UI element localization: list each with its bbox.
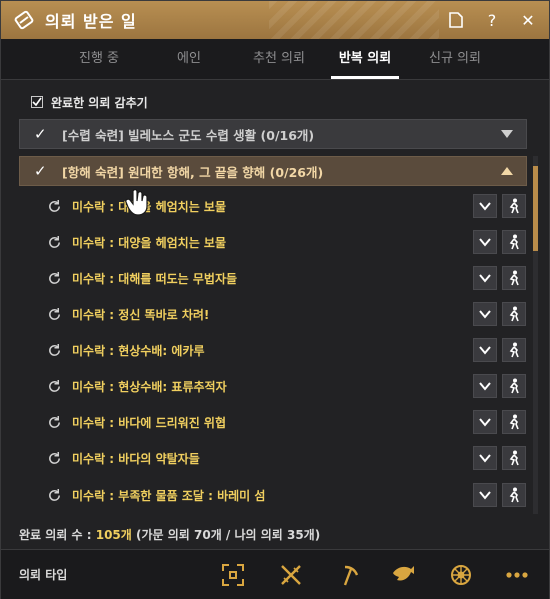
navigate-icon[interactable] <box>502 230 526 254</box>
window-title: 의뢰 받은 일 <box>45 12 137 31</box>
accept-quest-button[interactable] <box>473 194 497 218</box>
scrollbar-thumb[interactable] <box>533 166 538 251</box>
quest-label: 미수락 : 현상수배: 표류추적자 <box>72 379 227 394</box>
hand-cursor-icon <box>125 189 148 216</box>
accept-quest-button[interactable] <box>473 302 497 326</box>
navigate-icon[interactable] <box>502 446 526 470</box>
accept-quest-button[interactable] <box>473 483 497 507</box>
check-icon: ✓ <box>34 125 47 143</box>
quest-item[interactable]: 미수락 : 바다에 드리워진 위협 <box>46 407 526 437</box>
repeat-icon <box>46 234 62 250</box>
quest-item[interactable]: 미수락 : 대양을 헤엄치는 보물 <box>46 227 526 257</box>
navigate-icon[interactable] <box>502 374 526 398</box>
fish-icon[interactable] <box>389 561 417 589</box>
tab-new[interactable]: 신규 의뢰 <box>415 39 495 79</box>
repeat-icon <box>46 342 62 358</box>
quest-label: 미수락 : 대양을 헤엄치는 보물 <box>72 235 226 250</box>
accept-quest-button[interactable] <box>473 338 497 362</box>
target-icon[interactable] <box>219 561 247 589</box>
tab-repeatable[interactable]: 반복 의뢰 <box>331 39 399 79</box>
quest-group-sailing[interactable]: ✓ [항해 숙련] 원대한 항해, 그 끝을 향해 (0/26개) <box>19 156 527 186</box>
quest-window: 의뢰 받은 일 ? ✕ 진행 중 에인 추천 의뢰 반복 의뢰 신규 의뢰 완료… <box>0 0 550 599</box>
navigate-icon[interactable] <box>502 266 526 290</box>
navigate-icon[interactable] <box>502 194 526 218</box>
repeat-icon <box>46 414 62 430</box>
chevron-down-icon[interactable] <box>500 128 514 140</box>
repeat-icon <box>46 450 62 466</box>
quest-label: 미수락 : 대해를 떠도는 무법자들 <box>72 271 238 286</box>
accept-quest-button[interactable] <box>473 374 497 398</box>
group-label: [수렵 숙련] 빌레노스 군도 수렵 생활 (0/16개) <box>62 127 315 143</box>
quest-label: 미수락 : 정신 똑바로 차려! <box>72 307 210 322</box>
ship-wheel-icon[interactable] <box>447 561 475 589</box>
accept-quest-button[interactable] <box>473 266 497 290</box>
quest-label: 미수락 : 바다에 드리워진 위협 <box>72 415 226 430</box>
hide-completed-toggle[interactable]: 완료한 의뢰 감추기 <box>31 93 148 111</box>
navigate-icon[interactable] <box>502 410 526 434</box>
quest-label: 미수락 : 바다의 약탈자들 <box>72 451 200 466</box>
tab-bar: 진행 중 에인 추천 의뢰 반복 의뢰 신규 의뢰 <box>1 39 549 80</box>
scroll-icon <box>13 9 35 31</box>
close-button[interactable]: ✕ <box>517 9 539 31</box>
completed-count-detail: (가문 의뢰 70개 / 나의 의뢰 35개) <box>131 528 321 542</box>
group-label: [항해 숙련] 원대한 항해, 그 끝을 향해 (0/26개) <box>62 164 324 180</box>
quest-item[interactable]: 미수락 : 부족한 물품 조달 : 바레미 섬 <box>46 480 526 510</box>
more-icon[interactable] <box>503 561 531 589</box>
tab-in-progress[interactable]: 진행 중 <box>59 39 139 79</box>
hide-completed-checkbox[interactable] <box>31 96 43 108</box>
completed-count: 완료 의뢰 수 : 105개 (가문 의뢰 70개 / 나의 의뢰 35개) <box>19 526 320 543</box>
quest-item[interactable]: 미수락 : 대양을 헤엄치는 보물 <box>46 191 526 221</box>
tab-recommended[interactable]: 추천 의뢰 <box>239 39 319 79</box>
title-bar[interactable]: 의뢰 받은 일 ? ✕ <box>1 1 549 39</box>
scrollbar-track[interactable] <box>533 156 538 514</box>
hide-completed-label: 완료한 의뢰 감추기 <box>51 95 148 110</box>
help-button[interactable]: ? <box>481 9 503 31</box>
accept-quest-button[interactable] <box>473 230 497 254</box>
crossed-swords-icon[interactable] <box>277 561 305 589</box>
navigate-icon[interactable] <box>502 338 526 362</box>
quest-type-bar: 의뢰 타입 <box>1 549 549 599</box>
quest-item[interactable]: 미수락 : 현상수배: 표류추적자 <box>46 371 526 401</box>
quest-item[interactable]: 미수락 : 대해를 떠도는 무법자들 <box>46 263 526 293</box>
pickaxe-icon[interactable] <box>335 561 363 589</box>
quest-group-hunting[interactable]: ✓ [수렵 숙련] 빌레노스 군도 수렵 생활 (0/16개) <box>19 119 527 149</box>
tab-main[interactable]: 에인 <box>149 39 229 79</box>
repeat-icon <box>46 270 62 286</box>
accept-quest-button[interactable] <box>473 410 497 434</box>
accept-quest-button[interactable] <box>473 446 497 470</box>
completed-count-value: 105개 <box>95 528 132 542</box>
quest-label: 미수락 : 현상수배: 에카루 <box>72 343 205 358</box>
completed-count-prefix: 완료 의뢰 수 : <box>19 528 96 542</box>
repeat-icon <box>46 378 62 394</box>
repeat-icon <box>46 306 62 322</box>
quest-label: 미수락 : 부족한 물품 조달 : 바레미 섬 <box>72 488 266 503</box>
document-icon[interactable] <box>445 9 467 31</box>
quest-item[interactable]: 미수락 : 현상수배: 에카루 <box>46 335 526 365</box>
navigate-icon[interactable] <box>502 483 526 507</box>
quest-item[interactable]: 미수락 : 정신 똑바로 차려! <box>46 299 526 329</box>
title-bar-decoration <box>269 1 439 39</box>
quest-item[interactable]: 미수락 : 바다의 약탈자들 <box>46 443 526 473</box>
quest-type-label: 의뢰 타입 <box>19 568 68 582</box>
chevron-up-icon[interactable] <box>500 165 514 177</box>
repeat-icon <box>46 487 62 503</box>
navigate-icon[interactable] <box>502 302 526 326</box>
check-icon: ✓ <box>34 162 47 180</box>
repeat-icon <box>46 198 62 214</box>
